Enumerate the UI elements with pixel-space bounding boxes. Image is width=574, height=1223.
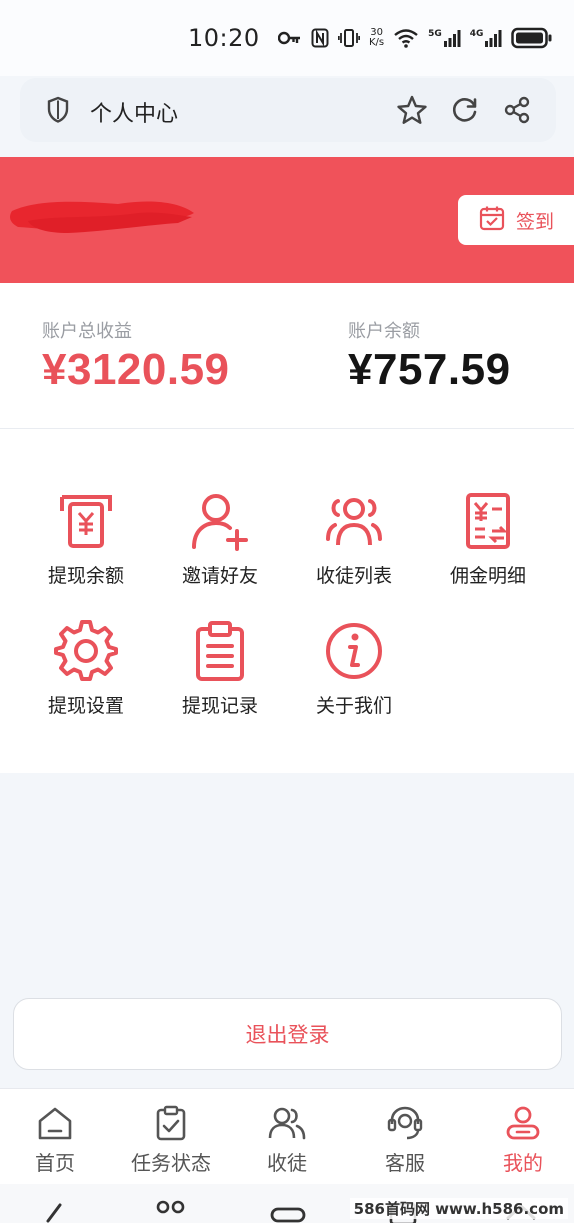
tab-apprentice[interactable]: 收徒: [232, 1105, 342, 1176]
redacted-username: [10, 201, 194, 233]
signal-icon: 4G: [470, 29, 503, 47]
tab-home[interactable]: 首页: [0, 1105, 110, 1176]
shield-icon[interactable]: [46, 96, 70, 128]
headset-icon: [350, 1105, 460, 1141]
key-icon: [278, 31, 302, 45]
back-nav-icon[interactable]: [40, 1202, 64, 1223]
clipboard-icon: [153, 619, 287, 683]
watermark: 586首码网 www.h586.com: [349, 1198, 568, 1219]
account-balance-value: ¥757.59: [348, 345, 511, 394]
status-time: 10:20: [188, 24, 260, 52]
status-bar: 10:20 30 K/s 5G 4G: [0, 0, 574, 76]
apps-nav-icon[interactable]: [154, 1198, 188, 1223]
browser-actions: [396, 94, 532, 130]
bottom-tab-bar: 首页 任务状态 收徒 客服 我的: [0, 1088, 574, 1184]
vibrate-icon: [338, 28, 360, 48]
profile-icon: [468, 1105, 574, 1141]
total-earnings-label: 账户总收益: [42, 321, 132, 342]
tab-task-status[interactable]: 任务状态: [116, 1105, 226, 1176]
checkin-label: 签到: [515, 210, 554, 233]
total-earnings-value: ¥3120.59: [42, 345, 230, 394]
atm-withdraw-icon: [19, 489, 153, 553]
account-balance: 账户余额 ¥757.59: [348, 317, 511, 395]
signal-icon: 5G: [428, 29, 461, 47]
profile-header: 签到: [0, 157, 574, 283]
refresh-icon[interactable]: [450, 95, 480, 129]
account-balance-label: 账户余额: [348, 321, 420, 342]
star-icon[interactable]: [396, 94, 428, 130]
menu-item-withdraw-settings[interactable]: 提现设置: [19, 619, 153, 718]
info-icon: [287, 619, 421, 683]
menu-item-withdraw-balance[interactable]: 提现余额: [19, 489, 153, 588]
home-icon: [0, 1105, 110, 1141]
balance-card: 账户总收益 ¥3120.59 账户余额 ¥757.59: [0, 283, 574, 429]
status-icons: 30 K/s 5G 4G: [278, 24, 553, 52]
wifi-icon: [393, 28, 419, 48]
menu-grid: 提现余额 邀请好友 收徒列表 佣金明细 提现设置 提现记录 关于我们: [0, 429, 574, 773]
share-icon[interactable]: [502, 95, 532, 129]
menu-item-withdraw-records[interactable]: 提现记录: [153, 619, 287, 718]
menu-item-invite-friends[interactable]: 邀请好友: [153, 489, 287, 588]
logout-button[interactable]: 退出登录: [13, 998, 562, 1070]
users-icon: [232, 1105, 342, 1141]
menu-item-about-us[interactable]: 关于我们: [287, 619, 421, 718]
add-user-icon: [153, 489, 287, 553]
group-icon: [287, 489, 421, 553]
calendar-check-icon: [478, 204, 506, 237]
task-icon: [116, 1105, 226, 1141]
tab-customer-service[interactable]: 客服: [350, 1105, 460, 1176]
checkin-button[interactable]: 签到: [458, 195, 574, 245]
home-nav-icon[interactable]: [270, 1206, 306, 1223]
commission-icon: [421, 489, 555, 553]
menu-item-commission-details[interactable]: 佣金明细: [421, 489, 555, 588]
battery-icon: [511, 27, 553, 49]
menu-item-apprentice-list[interactable]: 收徒列表: [287, 489, 421, 588]
gear-icon: [19, 619, 153, 683]
page-title: 个人中心: [90, 102, 179, 127]
tab-mine[interactable]: 我的: [468, 1105, 574, 1176]
address-bar[interactable]: 个人中心: [20, 78, 556, 142]
nfc-icon: [311, 28, 329, 48]
total-earnings: 账户总收益 ¥3120.59: [42, 317, 230, 395]
network-speed: 30 K/s: [369, 27, 385, 48]
